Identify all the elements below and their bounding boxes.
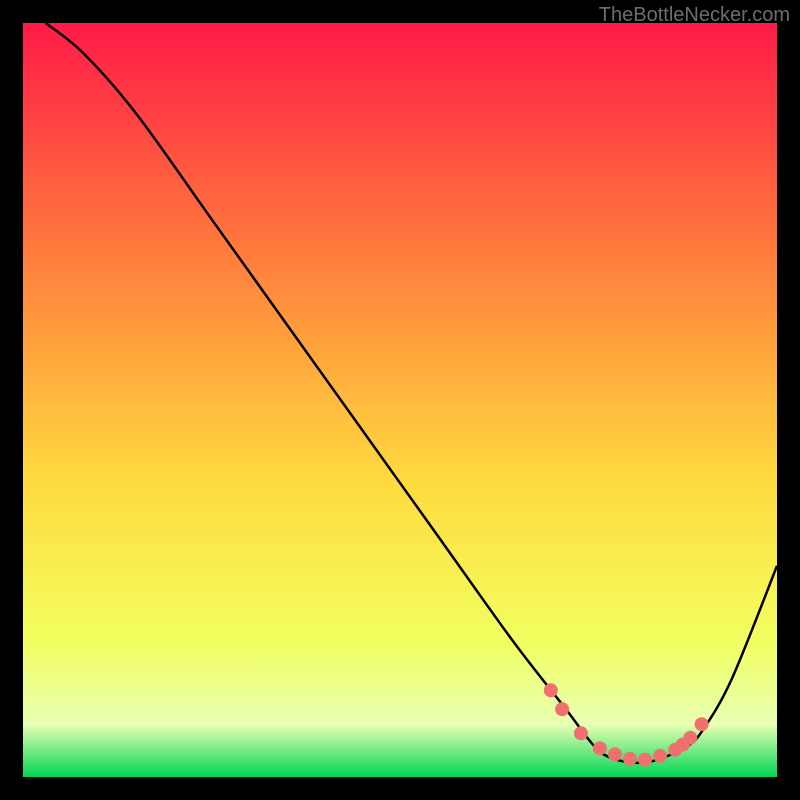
chart-frame: TheBottleNecker.com	[0, 0, 800, 800]
plot-area	[23, 23, 777, 777]
gradient-rect	[23, 23, 777, 777]
watermark-text: TheBottleNecker.com	[599, 4, 790, 27]
gradient-background	[23, 23, 777, 777]
